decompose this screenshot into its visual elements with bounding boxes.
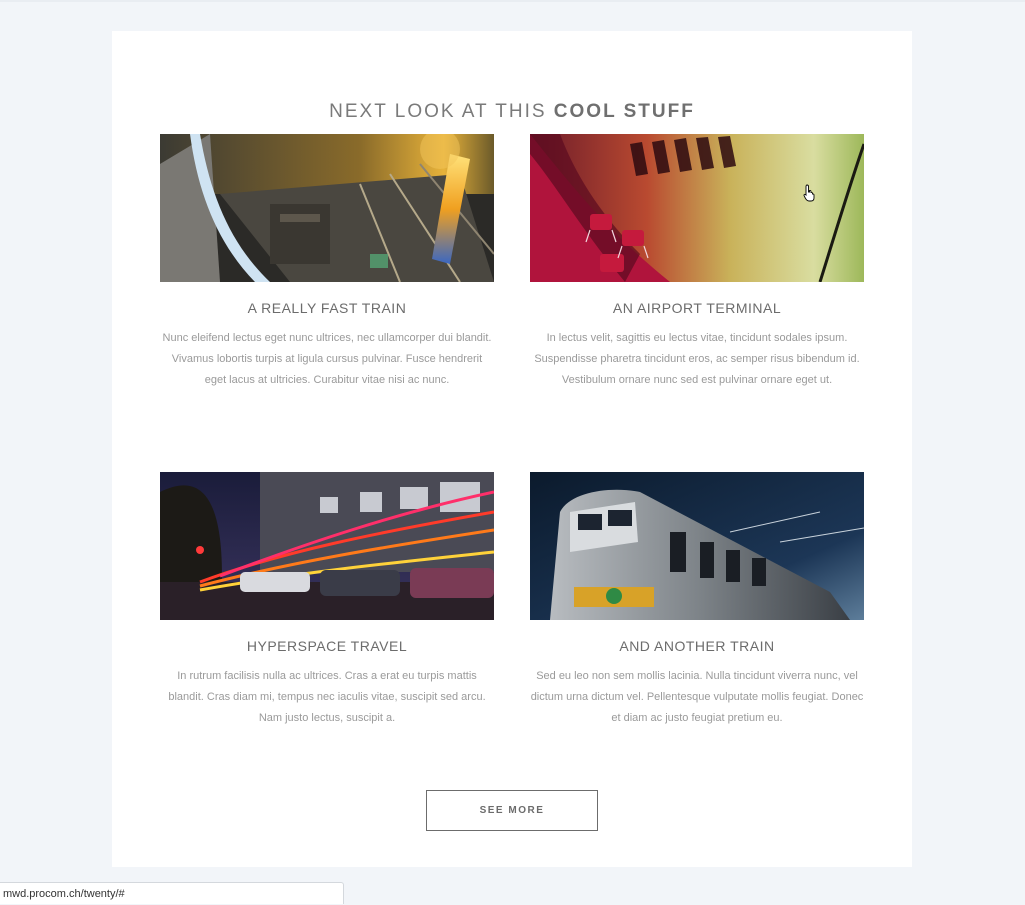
fast-train-image[interactable] — [160, 134, 494, 282]
item-title: AN AIRPORT TERMINAL — [612, 300, 782, 316]
feature-item-airport-terminal: AN AIRPORT TERMINAL In lectus velit, sag… — [530, 134, 864, 391]
item-description: Nunc eleifend lectus eget nunc ultrices,… — [162, 332, 492, 386]
status-bar-url: mwd.procom.ch/twenty/# — [0, 882, 344, 904]
feature-item-another-train: AND ANOTHER TRAIN Sed eu leo non sem mol… — [530, 472, 864, 729]
hyperspace-travel-image[interactable] — [160, 472, 494, 620]
item-description: In lectus velit, sagittis eu lectus vita… — [534, 332, 860, 386]
item-title: A REALLY FAST TRAIN — [247, 300, 407, 316]
item-title: HYPERSPACE TRAVEL — [246, 638, 408, 654]
feature-item-fast-train: A REALLY FAST TRAIN Nunc eleifend lectus… — [160, 134, 494, 391]
top-strip — [0, 0, 1025, 2]
item-description: In rutrum facilisis nulla ac ultrices. C… — [168, 670, 486, 724]
item-title: AND ANOTHER TRAIN — [619, 638, 775, 654]
hand-pointer-icon — [803, 184, 815, 202]
airport-terminal-image[interactable] — [530, 134, 864, 282]
another-train-image[interactable] — [530, 472, 864, 620]
item-description: Sed eu leo non sem mollis lacinia. Nulla… — [530, 670, 864, 724]
content-card: NEXT LOOK AT THIS COOL STUFF A REALLY FA… — [112, 31, 912, 867]
section-title: NEXT LOOK AT THIS COOL STUFF — [112, 101, 912, 123]
see-more-button[interactable]: SEE MORE — [426, 790, 598, 831]
section-title-emphasis: COOL STUFF — [553, 101, 695, 122]
section-title-prefix: NEXT LOOK AT THIS — [329, 101, 554, 122]
feature-item-hyperspace-travel: HYPERSPACE TRAVEL In rutrum facilisis nu… — [160, 472, 494, 729]
